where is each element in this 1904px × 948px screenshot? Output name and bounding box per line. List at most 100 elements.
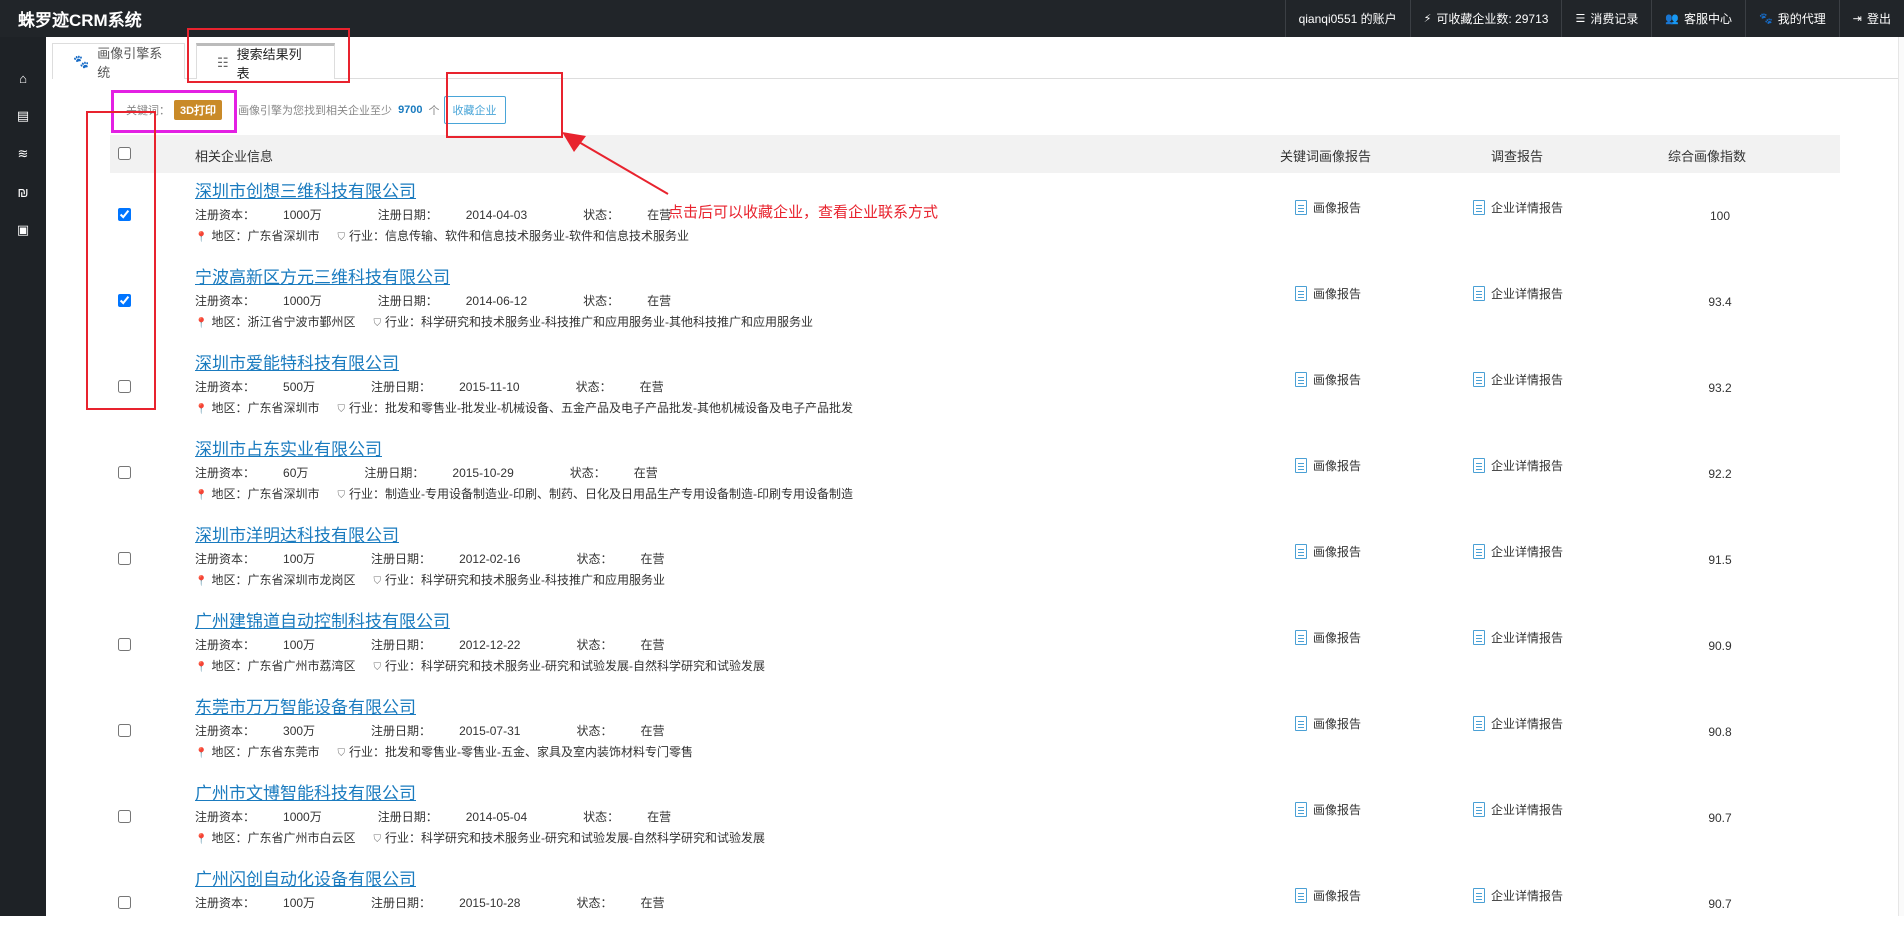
company-registration-info: 注册资本： 300万 注册日期： 2015-07-31 状态： 在营: [195, 722, 720, 739]
detail-report-label: 企业详情报告: [1491, 717, 1564, 731]
detail-report-link[interactable]: 企业详情报告: [1473, 543, 1563, 560]
company-name-link[interactable]: 广州市文博智能科技有限公司: [195, 779, 416, 804]
status-field: 状态： 在营: [576, 552, 665, 566]
account-link[interactable]: qianqi0551 的账户: [1284, 0, 1410, 37]
logout-link[interactable]: ⇥ 登出: [1838, 0, 1904, 37]
portrait-report-link[interactable]: 画像报告: [1295, 199, 1361, 216]
document-icon: [1295, 802, 1307, 817]
shield-icon: ⛉: [337, 490, 345, 501]
region-value: 广东省东莞市: [247, 745, 320, 759]
document-icon: [1473, 286, 1485, 301]
row-checkbox[interactable]: [118, 638, 131, 651]
company-name-link[interactable]: 深圳市占东实业有限公司: [195, 435, 382, 460]
date-field: 注册日期： 2014-05-04: [377, 810, 528, 824]
company-location-info: 📍 地区：广东省东莞市 ⛉ 行业：批发和零售业-零售业-五金、家具及室内装饰材料专门零…: [195, 743, 693, 760]
detail-report-link[interactable]: 企业详情报告: [1473, 371, 1563, 388]
document-icon: [1295, 544, 1307, 559]
map-marker-icon: 📍: [195, 490, 208, 501]
company-name-link[interactable]: 宁波高新区方元三维科技有限公司: [195, 263, 450, 288]
region-label: 地区：: [211, 229, 248, 243]
industry-value: 制造业-专用设备制造业-印刷、制药、日化及日用品生产专用设备制造-印刷专用设备制…: [385, 487, 853, 501]
document-icon: [1473, 372, 1485, 387]
capital-field: 注册资本： 100万: [195, 896, 316, 910]
document-icon: [1473, 888, 1485, 903]
capital-field: 注册资本： 1000万: [195, 294, 322, 308]
header-score: 综合画像指数: [1668, 149, 1747, 164]
industry-label: 行业：: [384, 831, 421, 845]
tab-portrait-engine[interactable]: 🐾 画像引擎系统: [52, 43, 185, 80]
company-registration-info: 注册资本： 500万 注册日期： 2015-11-10 状态： 在营: [195, 378, 720, 395]
portrait-report-link[interactable]: 画像报告: [1295, 629, 1361, 646]
cart-icon[interactable]: ▤: [0, 97, 46, 135]
row-checkbox[interactable]: [118, 896, 131, 909]
portrait-report-link[interactable]: 画像报告: [1295, 457, 1361, 474]
archive-icon[interactable]: ▣: [0, 211, 46, 249]
company-name-link[interactable]: 深圳市洋明达科技有限公司: [195, 521, 399, 546]
quota-link[interactable]: ⚡ 可收藏企业数: 29713: [1409, 0, 1562, 37]
industry-value: 批发和零售业-批发业-机械设备、五金产品及电子产品批发-其他机械设备及电子产品批…: [385, 401, 853, 415]
annotation-arrow: [562, 132, 669, 195]
database-icon[interactable]: ≋: [0, 135, 46, 173]
region-value: 广东省深圳市龙岗区: [247, 573, 356, 587]
company-name-link[interactable]: 深圳市爱能特科技有限公司: [195, 349, 399, 374]
row-checkbox[interactable]: [118, 810, 131, 823]
row-checkbox[interactable]: [118, 724, 131, 737]
portrait-score: 93.2: [1708, 381, 1732, 395]
home-icon[interactable]: ⌂: [0, 59, 46, 97]
status-field: 状态： 在营: [576, 896, 665, 910]
company-name-link[interactable]: 广州建锦道自动控制科技有限公司: [195, 607, 450, 632]
portrait-report-link[interactable]: 画像报告: [1295, 715, 1361, 732]
agent-link[interactable]: 🐾 我的代理: [1745, 0, 1839, 37]
company-name-link[interactable]: 广州闪创自动化设备有限公司: [195, 865, 416, 890]
detail-report-label: 企业详情报告: [1491, 459, 1564, 473]
portrait-report-link[interactable]: 画像报告: [1295, 543, 1361, 560]
portrait-score: 90.9: [1708, 639, 1732, 653]
portrait-report-label: 画像报告: [1313, 287, 1362, 301]
paw-icon: 🐾: [73, 53, 90, 69]
industry-value: 信息传输、软件和信息技术服务业-软件和信息技术服务业: [385, 229, 689, 243]
detail-report-link[interactable]: 企业详情报告: [1473, 801, 1563, 818]
capital-field: 注册资本： 100万: [195, 552, 316, 566]
company-registration-info: 注册资本： 60万 注册日期： 2015-10-29 状态： 在营: [195, 464, 714, 481]
portrait-report-link[interactable]: 画像报告: [1295, 371, 1361, 388]
shield-icon: ⛉: [337, 404, 345, 415]
region-label: 地区：: [211, 659, 248, 673]
table-row: 东莞市万万智能设备有限公司注册资本： 300万 注册日期： 2015-07-31 状态：…: [110, 690, 1840, 776]
map-marker-icon: 📍: [195, 748, 208, 759]
scrollbar[interactable]: [1898, 37, 1904, 916]
detail-report-link[interactable]: 企业详情报告: [1473, 457, 1563, 474]
portrait-report-label: 画像报告: [1313, 459, 1362, 473]
row-checkbox[interactable]: [118, 466, 131, 479]
company-name-link[interactable]: 深圳市创想三维科技有限公司: [195, 177, 416, 202]
found-prefix: 画像引擎为您找到相关企业至少: [238, 105, 393, 117]
row-checkbox[interactable]: [118, 552, 131, 565]
service-link[interactable]: 👥 客服中心: [1651, 0, 1745, 37]
table-row: 广州市文博智能科技有限公司 注册资本： 1000万 注册日期： 2014-05-04 状态…: [110, 776, 1840, 862]
yen-icon[interactable]: ₪: [0, 173, 46, 211]
map-marker-icon: 📍: [195, 576, 208, 587]
portrait-report-link[interactable]: 画像报告: [1295, 285, 1361, 302]
portrait-report-label: 画像报告: [1313, 545, 1362, 559]
detail-report-label: 企业详情报告: [1491, 631, 1564, 645]
status-field: 状态： 在营: [576, 724, 665, 738]
region-value: 广东省深圳市: [247, 229, 320, 243]
region-label: 地区：: [211, 831, 248, 845]
bolt-icon: ⚡: [1423, 13, 1432, 25]
portrait-report-link[interactable]: 画像报告: [1295, 887, 1361, 904]
app-title: 蛛罗迹CRM系统: [18, 11, 142, 30]
detail-report-link[interactable]: 企业详情报告: [1473, 715, 1563, 732]
document-icon: [1473, 544, 1485, 559]
detail-report-link[interactable]: 企业详情报告: [1473, 199, 1563, 216]
detail-report-link[interactable]: 企业详情报告: [1473, 887, 1563, 904]
portrait-report-link[interactable]: 画像报告: [1295, 801, 1361, 818]
table-row: 广州闪创自动化设备有限公司 注册资本： 100万 注册日期： 2015-10-28 状态：…: [110, 862, 1840, 948]
region-value: 广东省深圳市: [247, 487, 320, 501]
date-field: 注册日期： 2014-06-12: [377, 294, 528, 308]
header-survey-report: 调查报告: [1491, 149, 1544, 164]
company-name-link[interactable]: 东莞市万万智能设备有限公司: [195, 693, 416, 718]
consume-link[interactable]: ☰ 消费记录: [1561, 0, 1651, 37]
portrait-report-label: 画像报告: [1313, 201, 1362, 215]
detail-report-link[interactable]: 企业详情报告: [1473, 629, 1563, 646]
detail-report-link[interactable]: 企业详情报告: [1473, 285, 1563, 302]
table-row: 深圳市创想三维科技有限公司 注册资本： 1000万 注册日期： 2014-04-03 状态…: [110, 174, 1840, 260]
